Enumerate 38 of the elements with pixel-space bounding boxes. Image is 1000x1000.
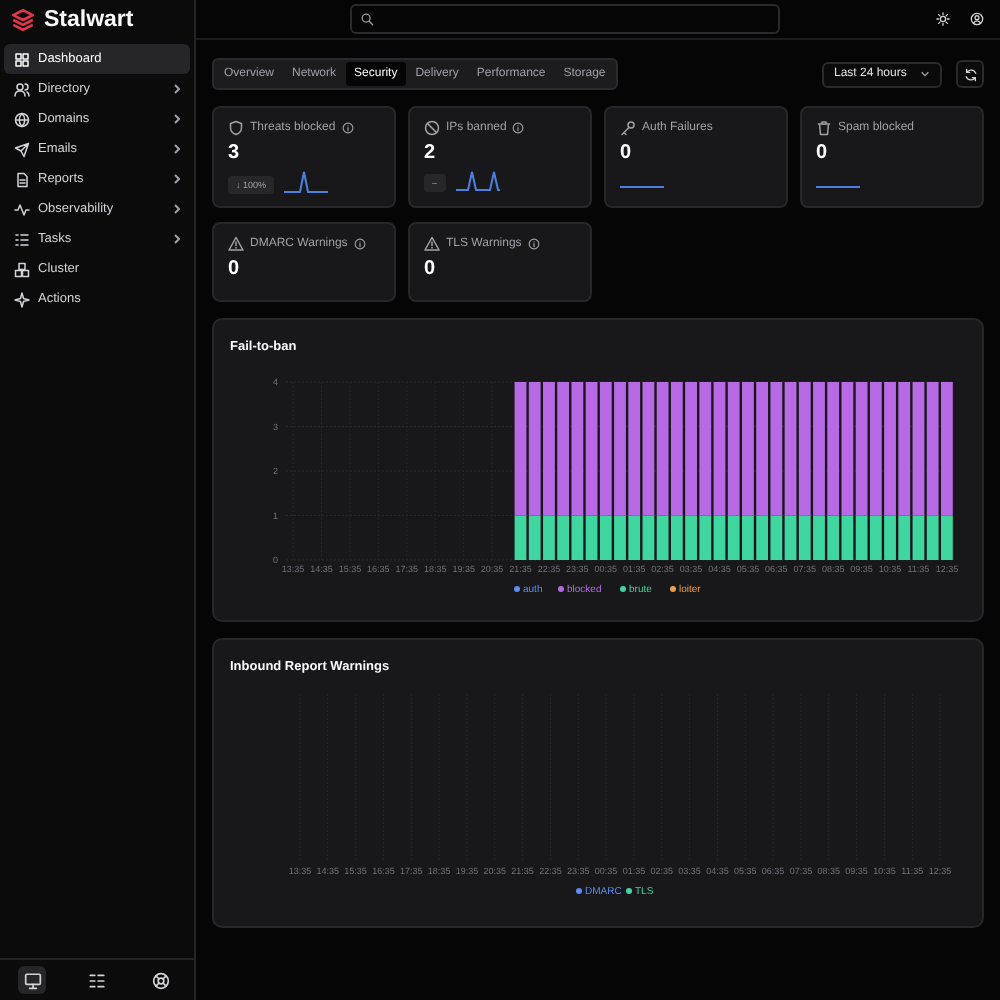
list-icon (14, 231, 30, 247)
shield-icon (228, 120, 244, 136)
globe-icon (14, 111, 30, 127)
warning-icon (424, 236, 440, 252)
caret-icon (920, 70, 930, 78)
send-icon (14, 141, 30, 157)
search-icon (360, 12, 374, 26)
sparkline (284, 170, 329, 194)
sparkline (620, 186, 664, 188)
search-field[interactable] (350, 4, 780, 34)
grid-icon (14, 51, 30, 67)
sparkline (816, 186, 860, 188)
logo-icon (10, 7, 36, 31)
sparkle-icon (14, 291, 30, 307)
sun-icon (936, 12, 950, 26)
stat-value: 0 (424, 258, 438, 280)
stat-value: 2 (424, 142, 438, 164)
refresh-icon (963, 67, 977, 81)
stat-value: 0 (816, 142, 830, 164)
document-icon (14, 171, 30, 187)
trash-icon (816, 120, 832, 136)
grid-icon (87, 971, 106, 989)
users-icon (14, 81, 30, 97)
stat-value: 0 (228, 258, 242, 280)
footer-button[interactable] (18, 966, 47, 994)
warning-icon (228, 236, 244, 252)
refresh-button[interactable] (956, 60, 984, 88)
ban-icon (424, 120, 440, 136)
user-icon (970, 12, 984, 26)
monitor-icon (23, 971, 42, 989)
logo-text: Stalwart (44, 7, 134, 31)
key-icon (620, 120, 636, 136)
activity-icon (14, 201, 30, 217)
stat-value: 0 (620, 142, 634, 164)
stat-value: 3 (228, 142, 242, 164)
lifebuoy-icon (152, 971, 171, 989)
boxes-icon (14, 261, 30, 277)
sparkline (455, 170, 500, 192)
